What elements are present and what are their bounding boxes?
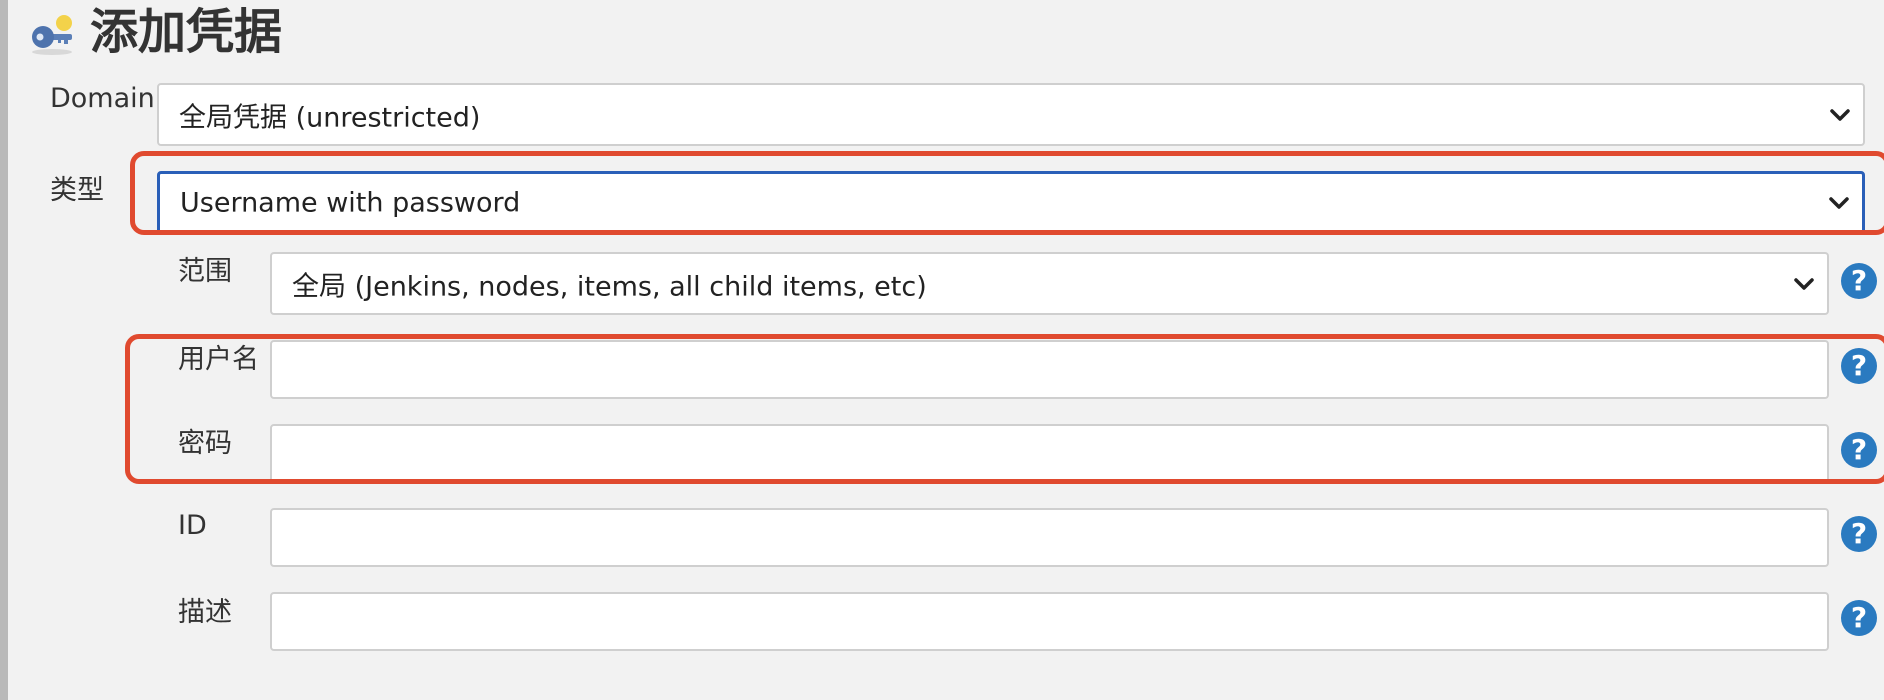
- kind-label: 类型: [50, 175, 104, 206]
- kind-highlight-annotation: [130, 151, 1884, 235]
- key-icon: [32, 15, 72, 55]
- description-input[interactable]: [270, 592, 1829, 651]
- description-help-icon[interactable]: ?: [1841, 600, 1877, 636]
- description-label: 描述: [178, 597, 232, 628]
- chevron-down-icon: [1830, 108, 1850, 121]
- domain-label: Domain: [50, 83, 155, 114]
- credentials-highlight-annotation: [125, 334, 1884, 484]
- id-help-icon[interactable]: ?: [1841, 516, 1877, 552]
- chevron-down-icon: [1794, 277, 1814, 290]
- left-border: [0, 0, 8, 700]
- scope-select-value: 全局 (Jenkins, nodes, items, all child ite…: [292, 271, 927, 302]
- scope-help-icon[interactable]: ?: [1841, 263, 1877, 299]
- scope-select[interactable]: 全局 (Jenkins, nodes, items, all child ite…: [270, 252, 1829, 315]
- page-header: 添加凭据: [28, 4, 282, 60]
- domain-select-value: 全局凭据 (unrestricted): [179, 102, 481, 133]
- id-input[interactable]: [270, 508, 1829, 567]
- id-label: ID: [178, 510, 207, 541]
- domain-select[interactable]: 全局凭据 (unrestricted): [157, 83, 1865, 146]
- page-title: 添加凭据: [90, 4, 283, 60]
- scope-label: 范围: [178, 256, 232, 287]
